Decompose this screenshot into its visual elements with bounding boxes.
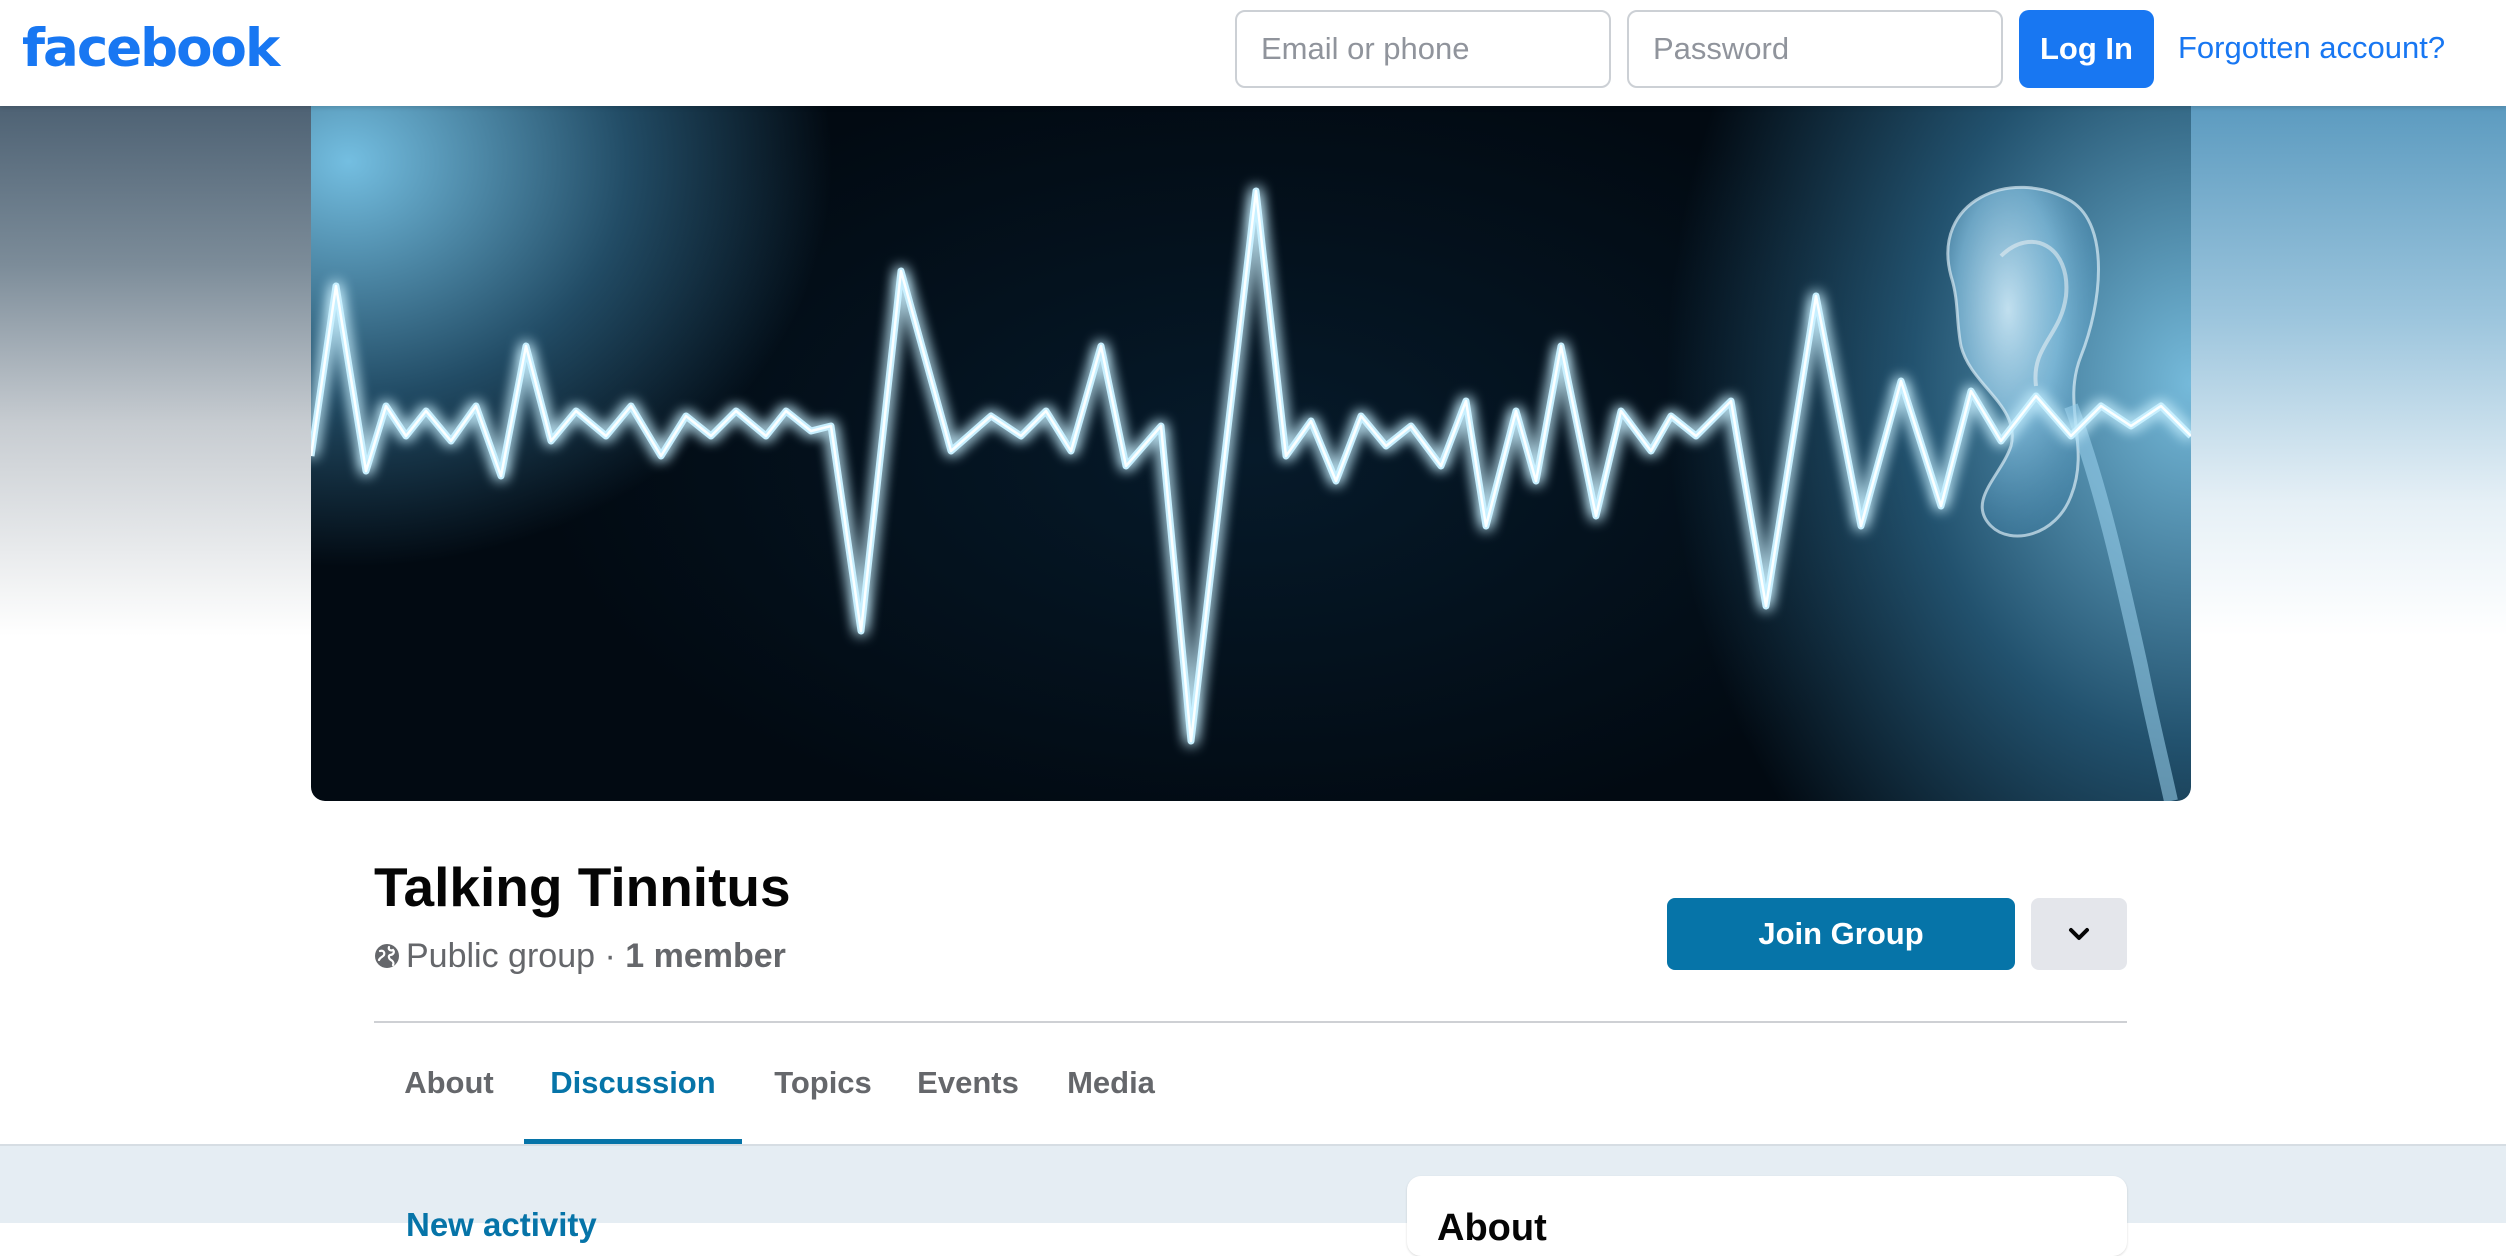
group-name: Talking Tinnitus: [374, 856, 791, 918]
group-meta: Public group · 1 member: [374, 934, 786, 978]
meta-separator: ·: [595, 937, 626, 975]
tab-discussion[interactable]: Discussion: [524, 1026, 742, 1144]
tab-events[interactable]: Events: [904, 1026, 1032, 1144]
login-button[interactable]: Log In: [2019, 10, 2154, 88]
password-input[interactable]: [1627, 10, 2003, 88]
header-divider: [374, 1021, 2127, 1023]
tab-topics[interactable]: Topics: [742, 1026, 904, 1144]
member-count[interactable]: 1 member: [625, 934, 786, 978]
globe-icon: [375, 944, 399, 968]
content-area: [0, 1144, 2506, 1223]
join-group-button[interactable]: Join Group: [1667, 898, 2015, 970]
new-activity-filter[interactable]: New activity: [406, 1205, 597, 1245]
email-input[interactable]: [1235, 10, 1611, 88]
cover-backdrop-right: [2190, 106, 2506, 636]
top-bar: facebook Log In Forgotten account?: [0, 0, 2506, 106]
tab-media[interactable]: Media: [1032, 1026, 1190, 1144]
privacy-label: Public group: [406, 937, 596, 975]
cover-photo[interactable]: [311, 106, 2191, 801]
about-card: About: [1407, 1176, 2127, 1256]
about-card-title: About: [1437, 1207, 1547, 1249]
more-options-button[interactable]: [2031, 898, 2127, 970]
sound-wave-image: [311, 185, 2191, 801]
ear-image: [1946, 185, 2178, 801]
chevron-down-icon: [2069, 928, 2089, 940]
forgotten-account-link[interactable]: Forgotten account?: [2178, 26, 2445, 70]
tab-about[interactable]: About: [374, 1026, 524, 1144]
facebook-logo[interactable]: facebook: [22, 14, 280, 84]
